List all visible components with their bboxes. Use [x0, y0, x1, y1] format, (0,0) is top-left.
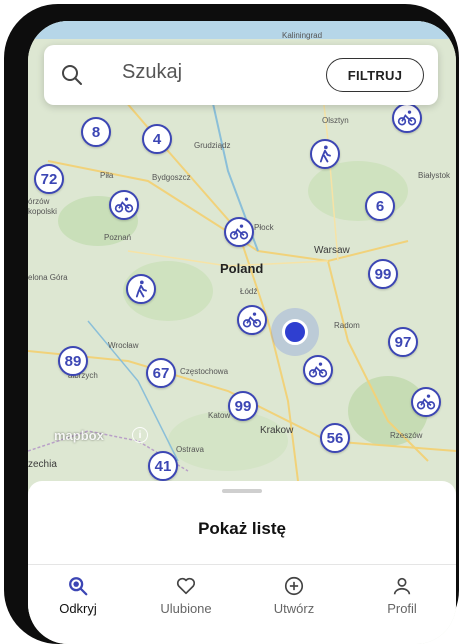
tab-favorites-label: Ulubione — [160, 601, 212, 616]
search-icon[interactable] — [60, 63, 84, 87]
map-label-poland: Poland — [220, 261, 264, 276]
map-label-czechia: zechia — [28, 459, 57, 470]
person-icon — [393, 577, 411, 595]
bike-icon — [397, 110, 417, 126]
cluster-marker[interactable]: 8 — [81, 117, 111, 147]
map-label-bialystok: Białystok — [418, 171, 451, 180]
tab-favorites[interactable]: Ulubione — [146, 575, 226, 616]
search-icon — [69, 577, 88, 596]
cluster-marker[interactable]: 99 — [228, 391, 258, 421]
bike-icon — [416, 394, 436, 410]
map-label-lodz: Łódź — [240, 287, 258, 296]
map-label-krakow: Krakow — [260, 425, 294, 436]
map-label-plock: Płock — [254, 223, 274, 232]
search-input[interactable]: Szukaj — [122, 61, 182, 84]
hiking-icon — [319, 145, 331, 163]
cluster-marker[interactable]: 56 — [320, 423, 350, 453]
bike-icon — [242, 312, 262, 328]
map-label-pila: Piła — [100, 171, 114, 180]
cluster-marker[interactable]: 4 — [142, 124, 172, 154]
bike-marker[interactable] — [224, 217, 254, 247]
map-label-rzeszow: Rzeszów — [390, 431, 423, 440]
tab-profile[interactable]: Profil — [362, 575, 442, 616]
plus-circle-icon — [284, 576, 304, 596]
bike-icon — [229, 224, 249, 240]
map-label-zielona-gora: elona Góra — [28, 273, 68, 282]
tab-create[interactable]: Utwórz — [254, 575, 334, 616]
bike-marker[interactable] — [392, 103, 422, 133]
cluster-marker[interactable]: 89 — [58, 346, 88, 376]
map-label-opolski: kopolski — [28, 207, 57, 216]
map-label-olsztyn: Olsztyn — [322, 116, 349, 125]
tab-discover[interactable]: Odkryj — [38, 575, 118, 616]
search-bar[interactable]: Szukaj FILTRUJ — [44, 45, 438, 105]
bike-icon — [308, 362, 328, 378]
map-label-poznan: Poznań — [104, 233, 132, 242]
map-label-grudziadz: Grudziądz — [194, 141, 231, 150]
tab-profile-label: Profil — [387, 601, 417, 616]
current-location-dot — [282, 319, 308, 345]
cluster-marker[interactable]: 99 — [368, 259, 398, 289]
sheet-drag-handle[interactable] — [222, 489, 262, 493]
tab-create-label: Utwórz — [273, 601, 315, 616]
heart-icon — [176, 577, 196, 595]
show-list-button[interactable]: Pokaż listę — [28, 519, 456, 539]
map-label-katowice: Katow — [208, 411, 231, 420]
map-label-czestochowa: Częstochowa — [180, 367, 229, 376]
bike-marker[interactable] — [109, 190, 139, 220]
bottom-sheet[interactable]: Pokaż listę — [28, 481, 456, 564]
cluster-marker[interactable]: 41 — [148, 451, 178, 481]
mapbox-logo[interactable]: mapbox — [54, 428, 104, 443]
app-screen: Kaliningrad Olsztyn Grudziądz Białystok … — [28, 21, 456, 644]
hike-marker[interactable] — [126, 274, 156, 304]
map-label-gorzow: órzów — [28, 197, 50, 206]
bike-marker[interactable] — [411, 387, 441, 417]
map-label-kaliningrad: Kaliningrad — [282, 31, 323, 40]
filter-button[interactable]: FILTRUJ — [326, 58, 424, 92]
map-label-bydgoszcz: Bydgoszcz — [152, 173, 191, 182]
map-label-wroclaw: Wrocław — [108, 341, 139, 350]
phone-frame: Kaliningrad Olsztyn Grudziądz Białystok … — [4, 4, 459, 644]
map-label-radom: Radom — [334, 321, 360, 330]
cluster-marker[interactable]: 97 — [388, 327, 418, 357]
tab-discover-label: Odkryj — [59, 601, 97, 616]
attribution-info-icon[interactable]: i — [132, 427, 148, 443]
hiking-icon — [135, 280, 147, 298]
cluster-marker[interactable]: 6 — [365, 191, 395, 221]
bike-marker[interactable] — [237, 305, 267, 335]
map-label-warsaw: Warsaw — [314, 245, 350, 256]
cluster-marker[interactable]: 72 — [34, 164, 64, 194]
bike-marker[interactable] — [303, 355, 333, 385]
cluster-marker[interactable]: 67 — [146, 358, 176, 388]
tab-bar: Odkryj Ulubione Utwórz Profil — [28, 564, 456, 644]
map-label-ostrava: Ostrava — [176, 445, 205, 454]
bike-icon — [114, 197, 134, 213]
hike-marker[interactable] — [310, 139, 340, 169]
